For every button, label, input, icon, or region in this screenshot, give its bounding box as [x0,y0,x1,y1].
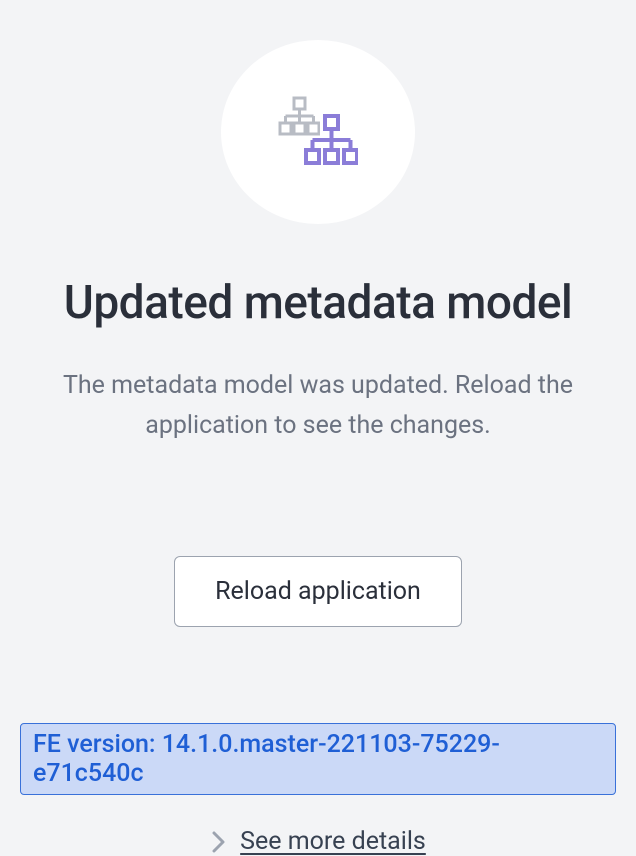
chevron-right-icon [210,833,228,851]
details-link[interactable]: See more details [240,827,426,856]
details-row[interactable]: See more details [210,827,426,856]
version-badge: FE version: 14.1.0.master-221103-75229-e… [20,723,616,795]
hierarchy-icon-group [278,96,358,168]
reload-button[interactable]: Reload application [174,556,462,627]
hierarchy-icon [304,114,358,166]
page-title: Updated metadata model [64,276,573,330]
icon-container [221,40,415,224]
description-text: The metadata model was updated. Reload t… [38,366,598,446]
